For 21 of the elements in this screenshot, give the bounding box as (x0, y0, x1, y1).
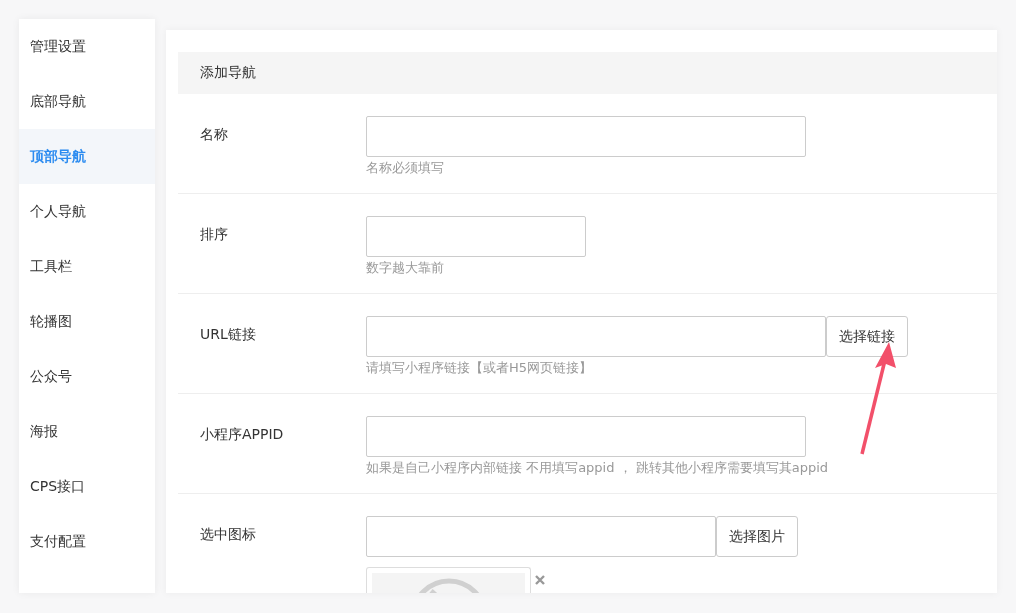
field-label: 名称 (199, 125, 229, 144)
section-header: 添加导航 (178, 52, 997, 94)
sidebar-item[interactable]: 个人导航 (19, 184, 155, 239)
field-label: URL链接 (199, 325, 257, 344)
sidebar-item[interactable]: CPS接口 (19, 459, 155, 514)
sidebar-item[interactable]: 底部导航 (19, 74, 155, 129)
field-label: 选中图标 (199, 525, 257, 544)
field-hint: 如果是自己小程序内部链接 不用填写appid ， 跳转其他小程序需要填写其appid (366, 459, 829, 477)
field-label: 小程序APPID (199, 425, 285, 444)
select-button[interactable]: 选择链接 (826, 316, 908, 357)
sidebar-item[interactable]: 管理设置 (19, 19, 155, 74)
field-hint: 数字越大靠前 (366, 259, 445, 277)
sidebar-item[interactable]: 轮播图 (19, 294, 155, 349)
sidebar-item[interactable]: 工具栏 (19, 239, 155, 294)
sidebar-item[interactable]: 公众号 (19, 349, 155, 404)
field-hint: 名称必须填写 (366, 159, 445, 177)
field-label: 排序 (199, 225, 229, 244)
sidebar-item[interactable]: 海报 (19, 404, 155, 459)
sidebar-item[interactable]: 支付配置 (19, 514, 155, 569)
select-button[interactable]: 选择图片 (716, 516, 798, 557)
field-hint: 请填写小程序链接【或者H5网页链接】 (366, 359, 594, 377)
